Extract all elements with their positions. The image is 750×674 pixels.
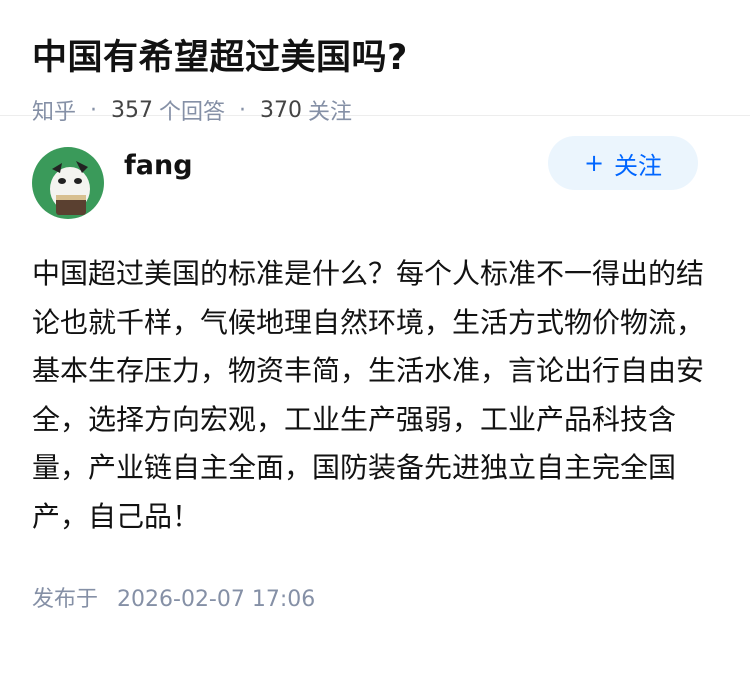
avatar-cartoon-icon — [32, 147, 104, 219]
question-header: 中国有希望超过美国吗? 知乎 · 357 个回答 · 370 关注 — [0, 0, 750, 125]
answers-count: 357 — [111, 97, 154, 123]
answer-content: 中国超过美国的标准是什么？每个人标准不一得出的结论也就千样，气候地理自然环境，生… — [32, 257, 705, 533]
follow-label: 关注 — [614, 151, 663, 180]
published-date: 2026-02-07 17:06 — [117, 587, 316, 612]
followers-count: 370 — [260, 97, 303, 123]
separator-dot: · — [239, 97, 247, 123]
question-title[interactable]: 中国有希望超过美国吗? — [32, 36, 718, 80]
author-name[interactable]: fang — [124, 150, 548, 181]
answers-label: 个回答 — [159, 100, 226, 125]
source-label[interactable]: 知乎 — [32, 94, 76, 126]
publish-info: 发布于 2026-02-07 17:06 — [0, 541, 750, 613]
avatar[interactable] — [32, 147, 104, 219]
follow-button[interactable]: + 关注 — [548, 136, 698, 190]
published-label: 发布于 — [32, 587, 99, 612]
author-row: fang + 关注 — [0, 116, 750, 220]
separator-dot: · — [90, 97, 98, 123]
followers-label: 关注 — [308, 100, 353, 125]
plus-icon: + — [583, 149, 605, 177]
